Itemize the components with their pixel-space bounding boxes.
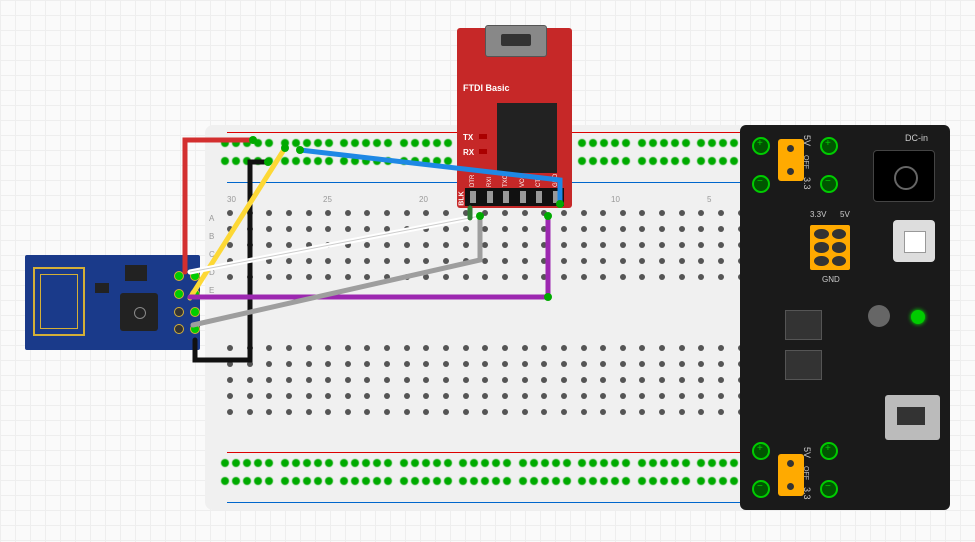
voltage-jumper[interactable] [778, 139, 804, 181]
col-label: 25 [323, 195, 332, 204]
header-3v3-label: 3.3V [810, 210, 826, 219]
potentiometer-icon[interactable] [868, 305, 890, 327]
led-icon [479, 149, 487, 154]
rail-5v-label: 5V [802, 135, 812, 146]
regulator-icon [785, 310, 822, 340]
power-button[interactable] [893, 220, 935, 262]
voltage-jumper[interactable] [778, 454, 804, 496]
dc-barrel-jack-icon[interactable] [873, 150, 935, 202]
led-icon [479, 134, 487, 139]
rail-off-label: OFF [802, 466, 809, 480]
col-label: 5 [707, 195, 711, 204]
soc-chip-icon [120, 293, 158, 331]
breadboard-main: A B C D E 30 25 20 15 10 5 1 [217, 195, 813, 440]
screw-plus-icon [820, 137, 838, 155]
power-supply-board: 5V OFF 3.3 DC-in 3.3V 5V GND 5V OFF 3.3 [740, 125, 950, 510]
ftdi-name-label: FTDI Basic [463, 83, 510, 93]
ftdi-board: FTDI Basic TX RX BLK DTR RXI TXO VCC CTS… [457, 28, 572, 208]
esp-pin-header [174, 271, 196, 336]
row-label: D [209, 264, 215, 282]
usb-a-port-icon[interactable] [885, 395, 940, 440]
screw-plus-icon [752, 137, 770, 155]
col-label: 20 [419, 195, 428, 204]
screw-plus-icon [820, 442, 838, 460]
dc-in-label: DC-in [905, 133, 928, 143]
antenna-icon [33, 267, 85, 336]
power-header[interactable] [810, 225, 850, 270]
wiring-diagram: A B C D E 30 25 20 15 10 5 1 [0, 0, 975, 542]
screw-minus-icon [820, 480, 838, 498]
power-led-icon [911, 310, 925, 324]
rail-5v-label: 5V [802, 447, 812, 458]
rail-off-label: OFF [802, 155, 809, 169]
gnd-label: GND [822, 275, 840, 284]
esp8266-module [25, 255, 200, 350]
ftdi-tx-led-label: TX [463, 133, 473, 142]
ftdi-rx-led-label: RX [463, 148, 474, 157]
screw-plus-icon [752, 442, 770, 460]
breadboard-bottom-rail [217, 450, 813, 505]
col-label: 30 [227, 195, 236, 204]
rail-3v3-label: 3.3 [802, 487, 812, 500]
screw-minus-icon [752, 175, 770, 193]
ftdi-pin-header [465, 188, 564, 206]
mini-usb-icon [485, 25, 547, 57]
row-label: E [209, 282, 215, 300]
header-5v-label: 5V [840, 210, 850, 219]
chip-icon [125, 265, 147, 281]
regulator-icon [785, 350, 822, 380]
rail-3v3-label: 3.3 [802, 177, 812, 190]
row-label: C [209, 246, 215, 264]
row-label: B [209, 228, 215, 246]
ftdi-pin-labels: DTR RXI TXO VCC CTS GND [465, 180, 564, 186]
ftdi-chip-icon [497, 103, 557, 173]
row-label: A [209, 210, 215, 228]
chip-icon [95, 283, 109, 293]
screw-minus-icon [820, 175, 838, 193]
col-label: 10 [611, 195, 620, 204]
screw-minus-icon [752, 480, 770, 498]
